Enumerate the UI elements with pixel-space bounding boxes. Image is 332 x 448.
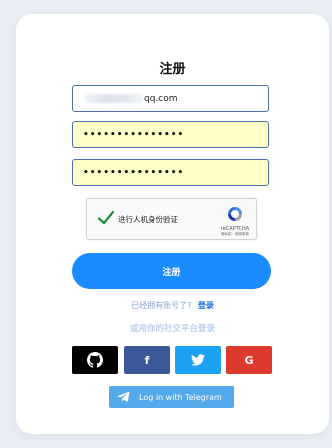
register-card: 注册 qq.com ••••••••••••••• ••••••••••••••… — [16, 14, 329, 434]
github-icon — [87, 352, 103, 368]
page-title: 注册 — [159, 62, 186, 77]
facebook-login-button[interactable]: f — [124, 346, 170, 374]
recaptcha-logo-icon — [228, 207, 242, 221]
have-account-line: 已经拥有账号了? 登录 — [16, 300, 329, 311]
google-icon: G — [244, 353, 254, 367]
google-login-button[interactable]: G — [226, 346, 272, 374]
telegram-label: Log in with Telegram — [139, 392, 222, 402]
password-mask: ••••••••••••••• — [83, 129, 185, 140]
telegram-login-button[interactable]: Log in with Telegram — [109, 386, 234, 408]
twitter-icon — [191, 354, 205, 366]
recaptcha-links[interactable]: 隐私权 - 使用条款 — [211, 232, 259, 237]
login-link[interactable]: 登录 — [198, 301, 214, 310]
twitter-login-button[interactable] — [175, 346, 221, 374]
password-confirm-mask: ••••••••••••••• — [83, 167, 185, 178]
social-login-title: 或用你的社交平台登录 — [129, 324, 215, 334]
recaptcha-widget[interactable]: 进行人机身份验证 reCAPTCHA 隐私权 - 使用条款 — [86, 198, 257, 240]
email-suffix: qq.com — [144, 93, 178, 104]
register-button[interactable]: 注册 — [72, 253, 271, 289]
have-account-text: 已经拥有账号了? — [131, 301, 192, 310]
email-redacted — [85, 94, 143, 103]
recaptcha-label: 进行人机身份验证 — [118, 215, 178, 224]
checkmark-icon[interactable] — [97, 209, 115, 227]
github-login-button[interactable] — [72, 346, 118, 374]
password-field[interactable]: ••••••••••••••• — [72, 121, 269, 148]
email-field[interactable]: qq.com — [72, 85, 269, 112]
facebook-icon: f — [144, 353, 150, 367]
telegram-icon — [118, 391, 130, 402]
password-confirm-field[interactable]: ••••••••••••••• — [72, 159, 269, 186]
